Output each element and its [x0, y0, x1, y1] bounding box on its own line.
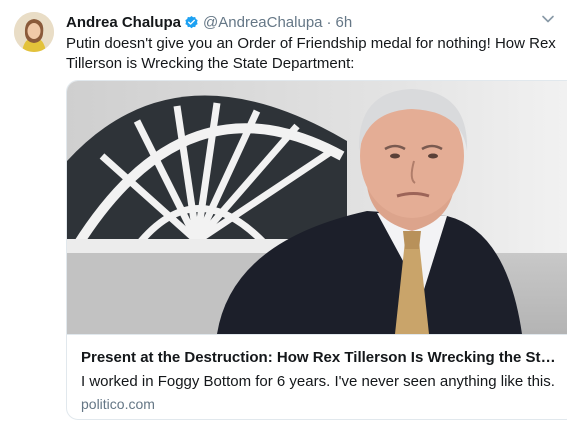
- link-card[interactable]: Present at the Destruction: How Rex Till…: [66, 80, 567, 420]
- card-description: I worked in Foggy Bottom for 6 years. I'…: [81, 373, 555, 390]
- card-image: [67, 81, 567, 334]
- avatar-image: [14, 12, 54, 52]
- chevron-down-icon[interactable]: [541, 12, 555, 26]
- tweet-text: Putin doesn't give you an Order of Frien…: [66, 35, 556, 72]
- separator-dot: ·: [326, 13, 332, 31]
- tweet-header: Andrea Chalupa @AndreaChalupa · 6h: [66, 12, 352, 32]
- verified-badge-icon: [184, 15, 199, 30]
- card-body: Present at the Destruction: How Rex Till…: [67, 334, 567, 419]
- author-name[interactable]: Andrea Chalupa: [66, 14, 181, 31]
- author-handle[interactable]: @AndreaChalupa: [203, 14, 322, 31]
- tweet-timestamp[interactable]: 6h: [336, 14, 353, 31]
- card-title[interactable]: Present at the Destruction: How Rex Till…: [81, 349, 561, 366]
- card-domain: politico.com: [81, 396, 155, 412]
- avatar[interactable]: [14, 12, 54, 52]
